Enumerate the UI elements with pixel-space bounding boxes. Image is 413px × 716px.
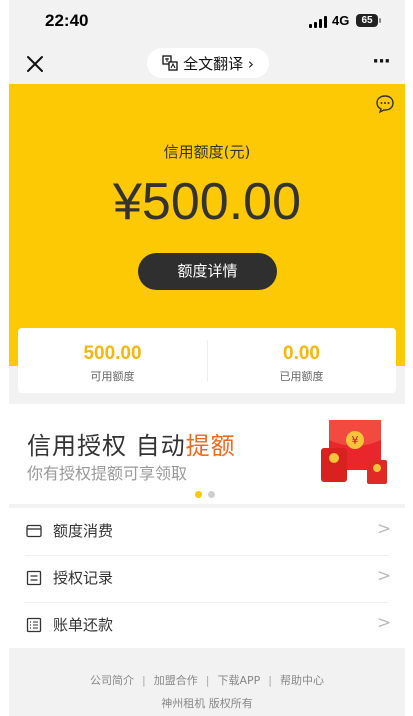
battery-icon: 65 bbox=[356, 14, 378, 27]
used-quota: 0.00 已用额度 bbox=[207, 328, 396, 393]
status-time: 22:40 bbox=[45, 11, 89, 30]
menu-item-quota-consumption[interactable]: 额度消费 > bbox=[9, 508, 405, 555]
close-icon bbox=[27, 56, 43, 72]
footer-link-help[interactable]: 帮助中心 bbox=[280, 674, 324, 687]
bill-icon bbox=[26, 617, 42, 633]
page: 22:40 4G 65 全文翻译 › ··· 信用额度(元) ¥500.00 额… bbox=[9, 0, 405, 716]
translate-icon bbox=[162, 55, 178, 71]
copyright: 神州租机 版权所有 bbox=[161, 697, 253, 710]
footer-link-partner[interactable]: 加盟合作 bbox=[154, 674, 198, 687]
menu-label: 额度消费 bbox=[53, 522, 114, 540]
menu-item-auth-records[interactable]: 授权记录 > bbox=[9, 555, 405, 602]
close-button[interactable] bbox=[23, 52, 47, 76]
carousel-dot-active[interactable] bbox=[195, 491, 202, 498]
used-quota-value: 0.00 bbox=[283, 343, 320, 364]
translate-label: 全文翻译 › bbox=[183, 54, 254, 73]
banner-title: 信用授权 自动提额 bbox=[27, 426, 236, 461]
signal-icon bbox=[309, 16, 327, 28]
footer-separator: | bbox=[268, 674, 272, 687]
footer-separator: | bbox=[205, 674, 210, 687]
limit-detail-button[interactable]: 额度详情 bbox=[138, 253, 277, 290]
carousel-indicator bbox=[195, 483, 221, 502]
battery-tip bbox=[379, 18, 381, 23]
available-quota-label: 可用额度 bbox=[90, 370, 135, 383]
promo-banner[interactable]: 信用授权 自动提额 你有授权提额可享领取 ¥ bbox=[9, 404, 405, 504]
footer-link-company[interactable]: 公司简介 bbox=[90, 674, 134, 687]
network-type: 4G bbox=[332, 13, 350, 28]
credit-hero: 信用额度(元) ¥500.00 额度详情 bbox=[9, 84, 405, 366]
carousel-dot[interactable] bbox=[208, 491, 215, 498]
chevron-right-icon: > bbox=[377, 613, 392, 633]
banner-title-highlight: 提额 bbox=[185, 432, 236, 460]
banner-title-text: 信用授权 自动 bbox=[27, 432, 186, 460]
used-quota-label: 已用额度 bbox=[279, 370, 324, 383]
menu-label: 授权记录 bbox=[53, 569, 114, 587]
card-icon bbox=[26, 524, 42, 538]
footer-links: 公司简介 | 加盟合作 | 下载APP | 帮助中心 bbox=[9, 672, 405, 688]
menu-item-bill-repayment[interactable]: 账单还款 > bbox=[9, 602, 405, 649]
banner-subtitle: 你有授权提额可享领取 bbox=[27, 464, 188, 483]
nav-bar: 全文翻译 › ··· bbox=[9, 44, 405, 84]
red-envelope-icon: ¥ bbox=[321, 420, 387, 484]
available-quota-value: 500.00 bbox=[83, 343, 142, 364]
quota-card: 500.00 可用额度 0.00 已用额度 bbox=[18, 328, 396, 393]
svg-text:¥: ¥ bbox=[352, 434, 359, 447]
status-bar: 22:40 4G 65 bbox=[9, 0, 405, 44]
translate-button[interactable]: 全文翻译 › bbox=[147, 48, 269, 78]
chat-bubble-icon[interactable] bbox=[375, 94, 395, 114]
footer-link-download[interactable]: 下载APP bbox=[217, 674, 260, 687]
chevron-right-icon: > bbox=[377, 519, 392, 539]
credit-limit-amount: ¥500.00 bbox=[113, 173, 301, 231]
available-quota: 500.00 可用额度 bbox=[18, 328, 207, 393]
credit-limit-label: 信用额度(元) bbox=[163, 143, 251, 161]
footer: 公司简介 | 加盟合作 | 下载APP | 帮助中心 神州租机 版权所有 bbox=[9, 648, 405, 716]
more-button[interactable]: ··· bbox=[369, 52, 393, 76]
list-icon bbox=[26, 570, 42, 586]
menu-list: 额度消费 > 授权记录 > 账单还款 > bbox=[9, 508, 405, 648]
footer-separator: | bbox=[142, 674, 146, 687]
chevron-right-icon: > bbox=[377, 566, 392, 586]
menu-label: 账单还款 bbox=[53, 616, 114, 634]
